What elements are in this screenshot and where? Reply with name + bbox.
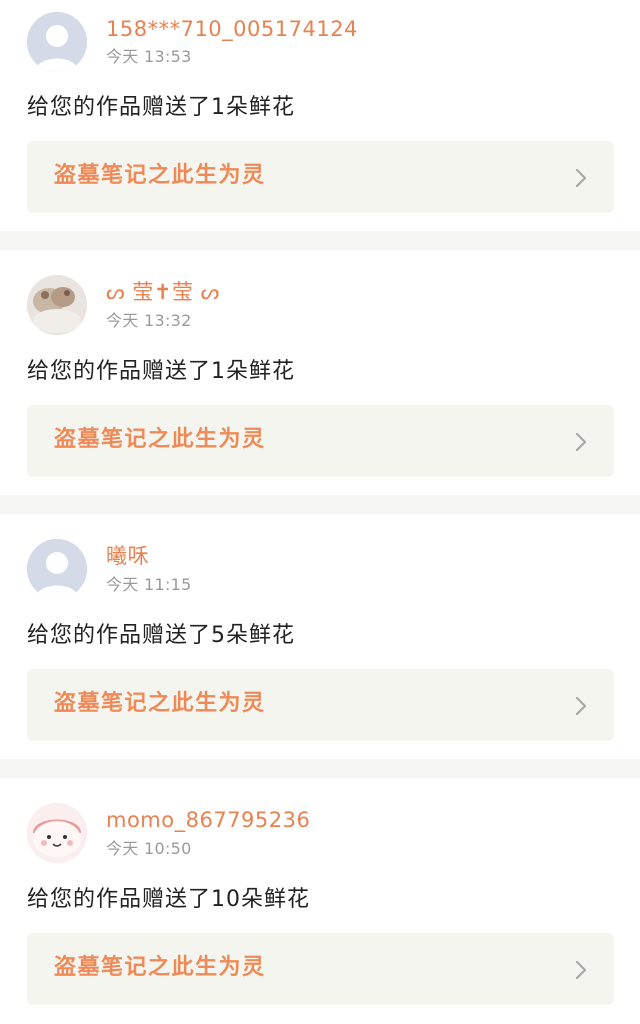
avatar[interactable] — [27, 275, 87, 335]
cartoon-avatar — [27, 803, 87, 863]
separator — [0, 231, 640, 250]
photo-avatar — [27, 275, 87, 335]
work-link-button[interactable]: 盗墓笔记之此生为灵 — [27, 933, 614, 1005]
avatar[interactable] — [27, 12, 87, 72]
chevron-right-icon — [575, 168, 587, 188]
timestamp: 今天 13:32 — [106, 311, 192, 330]
message-text: 给您的作品赠送了5朵鲜花 — [27, 623, 295, 648]
notification-item: 158***710_005174124 今天 13:53 给您的作品赠送了1朵鲜… — [0, 0, 640, 231]
notification-item: 曦咊 今天 11:15 给您的作品赠送了5朵鲜花 盗墓笔记之此生为灵 — [0, 514, 640, 759]
work-title: 盗墓笔记之此生为灵 — [54, 955, 266, 980]
notification-item: ᔕ 莹✝莹 ᔕ 今天 13:32 给您的作品赠送了1朵鲜花 盗墓笔记之此生为灵 — [0, 250, 640, 495]
chevron-right-icon — [575, 960, 587, 980]
separator — [0, 759, 640, 778]
work-link-button[interactable]: 盗墓笔记之此生为灵 — [27, 405, 614, 477]
work-link-button[interactable]: 盗墓笔记之此生为灵 — [27, 669, 614, 741]
message-text: 给您的作品赠送了10朵鲜花 — [27, 887, 310, 912]
separator — [0, 495, 640, 514]
username[interactable]: momo_867795236 — [106, 807, 310, 833]
timestamp: 今天 10:50 — [106, 839, 192, 858]
username[interactable]: 曦咊 — [106, 543, 149, 569]
username[interactable]: ᔕ 莹✝莹 ᔕ — [106, 279, 220, 305]
work-title: 盗墓笔记之此生为灵 — [54, 427, 266, 452]
message-text: 给您的作品赠送了1朵鲜花 — [27, 95, 295, 120]
avatar[interactable] — [27, 539, 87, 599]
message-text: 给您的作品赠送了1朵鲜花 — [27, 359, 295, 384]
default-avatar-icon — [27, 539, 87, 599]
timestamp: 今天 11:15 — [106, 575, 192, 594]
notification-item: momo_867795236 今天 10:50 给您的作品赠送了10朵鲜花 盗墓… — [0, 778, 640, 1024]
work-link-button[interactable]: 盗墓笔记之此生为灵 — [27, 141, 614, 213]
work-title: 盗墓笔记之此生为灵 — [54, 691, 266, 716]
default-avatar-icon — [27, 12, 87, 72]
chevron-right-icon — [575, 432, 587, 452]
work-title: 盗墓笔记之此生为灵 — [54, 163, 266, 188]
chevron-right-icon — [575, 696, 587, 716]
notification-list: 158***710_005174124 今天 13:53 给您的作品赠送了1朵鲜… — [0, 0, 640, 1024]
username[interactable]: 158***710_005174124 — [106, 16, 358, 42]
avatar[interactable] — [27, 803, 87, 863]
timestamp: 今天 13:53 — [106, 47, 192, 66]
